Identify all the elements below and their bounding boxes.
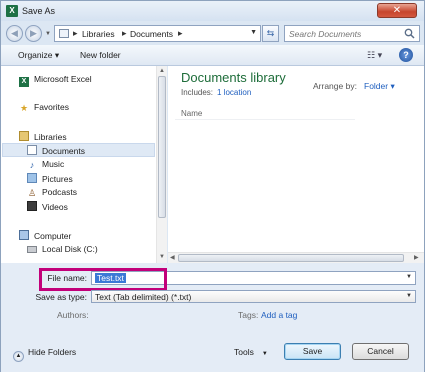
- address-bar[interactable]: ▸ Libraries ▸ Documents ▸ ▼: [54, 25, 261, 42]
- nav-scroll-thumb[interactable]: [158, 76, 166, 218]
- nav-scrollbar[interactable]: ▲ ▼: [156, 66, 167, 263]
- back-button[interactable]: ◀: [6, 25, 23, 42]
- file-name-dropdown-icon[interactable]: ▼: [406, 274, 412, 280]
- libraries-icon: [19, 131, 29, 141]
- nav-item-local-disk[interactable]: Local Disk (C:): [27, 244, 98, 257]
- breadcrumb-libraries[interactable]: Libraries: [82, 29, 115, 39]
- address-row: ◀ ▶ ▼ ▸ Libraries ▸ Documents ▸ ▼ ⇆: [1, 23, 424, 45]
- nav-item-music[interactable]: ♪ Music: [27, 159, 64, 172]
- save-as-type-label: Save as type:: [35, 292, 87, 302]
- add-tag-link[interactable]: Add a tag: [261, 310, 297, 320]
- save-as-dialog: X Save As ✕ ◀ ▶ ▼ ▸ Libraries ▸ Document…: [0, 0, 425, 372]
- save-button[interactable]: Save: [284, 343, 341, 360]
- column-divider: [175, 119, 355, 120]
- save-as-type-dropdown-icon[interactable]: ▼: [406, 293, 412, 299]
- excel-app-icon: X: [6, 5, 18, 17]
- music-icon: ♪: [29, 160, 35, 170]
- scroll-left-icon[interactable]: ◀: [170, 254, 175, 261]
- forward-button[interactable]: ▶: [25, 25, 42, 42]
- excel-icon: X: [19, 77, 29, 87]
- disk-icon: [27, 246, 37, 253]
- breadcrumb-documents[interactable]: Documents: [130, 29, 173, 39]
- scroll-up-icon[interactable]: ▲: [159, 68, 165, 74]
- breadcrumb-separator-icon: ▸: [122, 28, 127, 38]
- arrange-by-label: Arrange by:: [313, 81, 357, 91]
- podcasts-icon: ♙: [27, 188, 37, 198]
- tools-dropdown-icon: ▼: [261, 351, 268, 357]
- file-name-highlight-box: [39, 268, 167, 291]
- videos-icon: [27, 201, 37, 211]
- breadcrumb-separator-icon: ▸: [73, 28, 78, 38]
- save-form: File name: Test.txt ▼ Save as type: Text…: [1, 263, 424, 372]
- nav-item-microsoft-excel[interactable]: X Microsoft Excel: [19, 74, 92, 87]
- nav-item-computer[interactable]: Computer: [19, 230, 71, 243]
- window-title: Save As: [22, 6, 56, 16]
- close-button[interactable]: ✕: [377, 3, 417, 18]
- scroll-right-icon[interactable]: ▶: [414, 254, 419, 261]
- navigation-pane: X Microsoft Excel ★ Favorites Libraries Do…: [1, 66, 167, 263]
- tags-label: Tags:: [238, 310, 259, 320]
- column-header-name[interactable]: Name: [181, 109, 202, 118]
- nav-item-videos[interactable]: Videos: [27, 201, 68, 214]
- file-list-pane: Documents library Includes: 1 location Ar…: [168, 66, 424, 263]
- nav-item-libraries[interactable]: Libraries: [19, 131, 67, 144]
- library-folder-icon: [59, 29, 69, 38]
- refresh-button[interactable]: ⇆: [262, 25, 279, 42]
- pictures-icon: [27, 173, 37, 183]
- authors-label: Authors:: [57, 310, 89, 320]
- nav-item-favorites[interactable]: ★ Favorites: [19, 102, 69, 115]
- tools-dropdown[interactable]: Tools ▼: [234, 347, 268, 357]
- search-icon: [404, 28, 415, 39]
- command-bar: Organize ▾ New folder ☷ ▾ ?: [1, 45, 424, 66]
- arrange-by-dropdown[interactable]: Folder ▾: [364, 81, 395, 92]
- change-view-icon[interactable]: ☷ ▾: [367, 50, 382, 61]
- nav-item-pictures[interactable]: Pictures: [27, 173, 73, 186]
- title-bar: X Save As ✕: [1, 1, 424, 21]
- save-as-type-value: Text (Tab delimited) (*.txt): [95, 292, 192, 302]
- includes-locations-link[interactable]: 1 location: [217, 88, 251, 97]
- search-box[interactable]: [284, 25, 420, 42]
- search-input[interactable]: [289, 28, 401, 40]
- chevron-up-icon: ▲: [13, 351, 24, 362]
- library-includes: Includes: 1 location: [181, 88, 252, 97]
- hide-folders-button[interactable]: ▲ Hide Folders: [13, 347, 76, 362]
- save-as-type-select[interactable]: Text (Tab delimited) (*.txt) ▼: [91, 290, 416, 303]
- library-title: Documents library: [181, 70, 286, 85]
- recent-pages-dropdown-icon[interactable]: ▼: [45, 31, 51, 37]
- nav-item-podcasts[interactable]: ♙ Podcasts: [27, 187, 77, 200]
- organize-button[interactable]: Organize ▾: [18, 50, 59, 61]
- file-list-scroll-thumb[interactable]: [178, 254, 404, 262]
- nav-item-documents[interactable]: Documents: [27, 145, 85, 158]
- scroll-down-icon[interactable]: ▼: [159, 254, 165, 260]
- new-folder-button[interactable]: New folder: [80, 50, 121, 60]
- file-list-scrollbar[interactable]: ◀ ▶: [168, 252, 424, 263]
- documents-icon: [27, 145, 37, 155]
- breadcrumb-separator-icon: ▸: [178, 28, 183, 38]
- cancel-button[interactable]: Cancel: [352, 343, 409, 360]
- address-dropdown-icon[interactable]: ▼: [250, 29, 257, 36]
- help-icon[interactable]: ?: [399, 48, 413, 62]
- computer-icon: [19, 230, 29, 240]
- star-icon: ★: [19, 103, 29, 113]
